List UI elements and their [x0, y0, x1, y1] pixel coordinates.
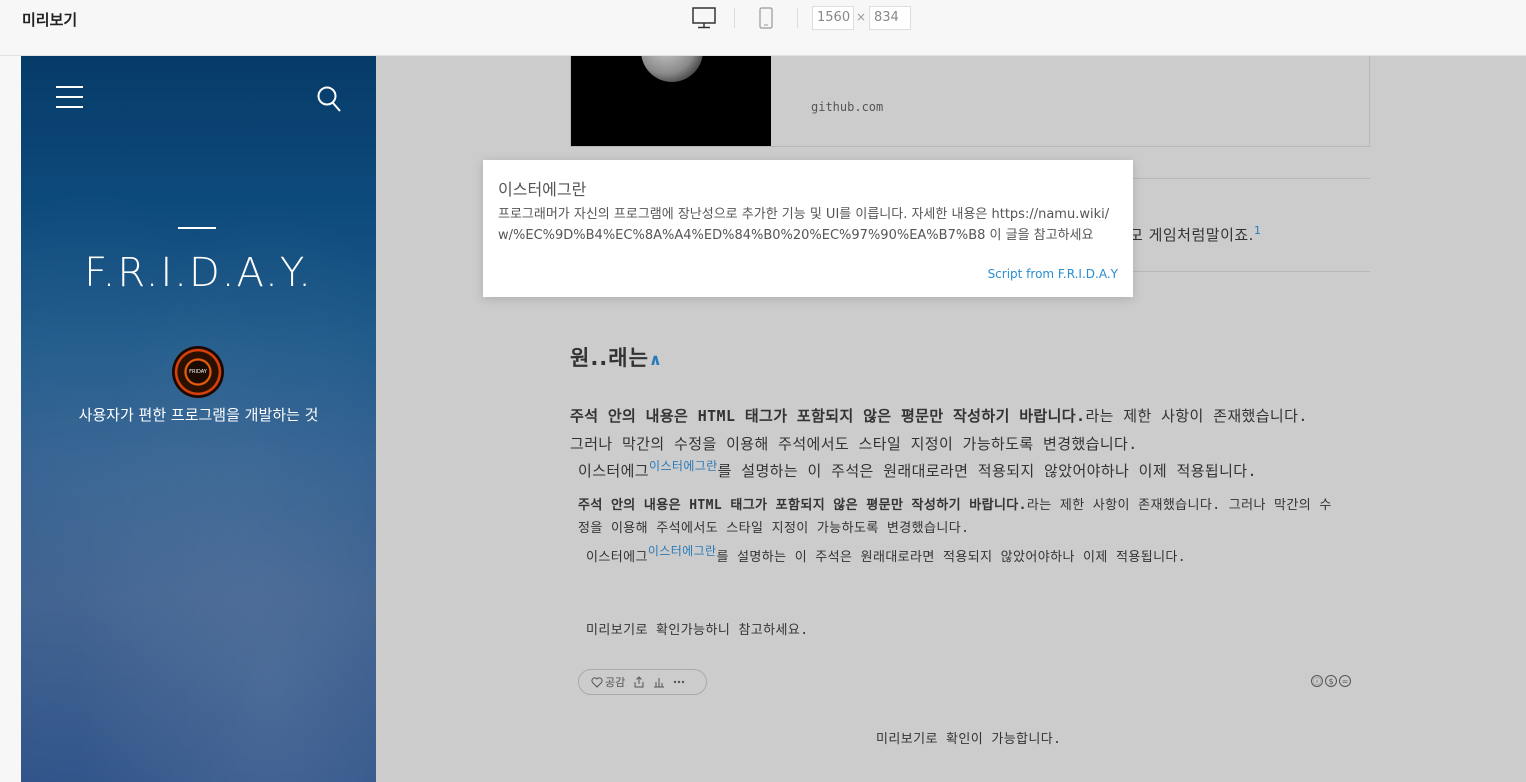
page-title: 미리보기 — [22, 11, 78, 29]
menu-icon-bar — [56, 106, 83, 108]
section-heading: 원..래는∧ — [570, 346, 663, 370]
times-sign: × — [856, 10, 867, 24]
divider — [734, 8, 735, 28]
moon-image — [641, 56, 703, 82]
heart-icon — [591, 676, 603, 688]
menu-button[interactable] — [56, 86, 83, 110]
menu-icon-bar — [56, 86, 83, 88]
more-button[interactable] — [673, 680, 685, 684]
search-icon — [317, 86, 341, 112]
tooltip-title: 이스터에그란 — [498, 180, 587, 199]
tooltip-body: 프로그래머가 자신의 프로그램에 장난성으로 추가한 기능 및 UI를 이릅니다… — [498, 207, 1110, 243]
license-badges[interactable]: ⓘ $ = — [1311, 675, 1351, 687]
cc-by-icon: ⓘ — [1311, 675, 1323, 687]
mobile-view-button[interactable] — [753, 6, 779, 30]
paragraph: 주석 안의 내용은 HTML 태그가 포함되지 않은 평문만 작성하기 바랍니다… — [578, 498, 1332, 536]
height-input[interactable]: 834 — [869, 6, 911, 30]
like-button[interactable]: 공감 — [591, 674, 625, 690]
post-actions: 공감 — [578, 669, 707, 695]
share-button[interactable] — [633, 676, 645, 688]
paragraph-text: 모 게임처럼말이죠.1 — [1129, 224, 1262, 244]
tooltip-source-link[interactable]: Script from F.R.I.D.A.Y — [988, 267, 1118, 281]
blog-sidebar: F.R.I.D.A.Y. FRIDAY 사용자가 편한 프로그램을 개발하는 것 — [21, 56, 376, 782]
stats-button[interactable] — [653, 676, 665, 688]
cc-nc-icon: $ — [1325, 675, 1337, 687]
search-button[interactable] — [316, 85, 342, 117]
cc-nd-icon: = — [1339, 675, 1351, 687]
avatar-logo-text: FRIDAY — [189, 369, 207, 375]
brand-divider — [178, 227, 216, 229]
caret-up-icon[interactable]: ∧ — [649, 350, 663, 369]
footnote-link[interactable]: 이스터에그란 — [649, 459, 718, 473]
footnote-link[interactable]: 1 — [1254, 224, 1262, 237]
link-preview-card[interactable]: github.com — [570, 56, 1370, 147]
like-label: 공감 — [605, 676, 626, 689]
width-input[interactable]: 1560 — [812, 6, 854, 30]
paragraph: 주석 안의 내용은 HTML 태그가 포함되지 않은 평문만 작성하기 바랍니다… — [570, 407, 1308, 453]
footnote-tooltip: 이스터에그란 프로그래머가 자신의 프로그램에 장난성으로 추가한 기능 및 U… — [483, 160, 1133, 297]
preview-toolbar: 미리보기 1560 × 834 — [0, 0, 1526, 56]
monitor-icon — [692, 7, 716, 29]
phone-icon — [759, 7, 773, 29]
bar-chart-icon — [654, 678, 665, 688]
card-thumbnail — [571, 56, 771, 146]
footnote-link[interactable]: 이스터에그란 — [648, 544, 717, 558]
divider — [797, 8, 798, 28]
share-icon — [634, 676, 644, 688]
menu-icon-bar — [56, 96, 83, 98]
avatar[interactable]: FRIDAY — [172, 346, 224, 398]
paragraph: 미리보기로 확인가능하니 참고하세요. — [586, 623, 809, 638]
card-url: github.com — [811, 100, 884, 114]
paragraph: 이스터에그이스터에그란를 설명하는 이 주석은 원래대로라면 적용되지 않았어야… — [586, 544, 1187, 565]
blog-tagline: 사용자가 편한 프로그램을 개발하는 것 — [78, 406, 319, 424]
blog-title[interactable]: F.R.I.D.A.Y. — [21, 250, 376, 296]
desktop-view-button[interactable] — [691, 6, 717, 30]
footer-note: 미리보기로 확인이 가능합니다. — [876, 732, 1062, 747]
more-icon — [674, 680, 685, 684]
paragraph: 이스터에그이스터에그란를 설명하는 이 주석은 원래대로라면 적용되지 않았어야… — [578, 459, 1257, 480]
